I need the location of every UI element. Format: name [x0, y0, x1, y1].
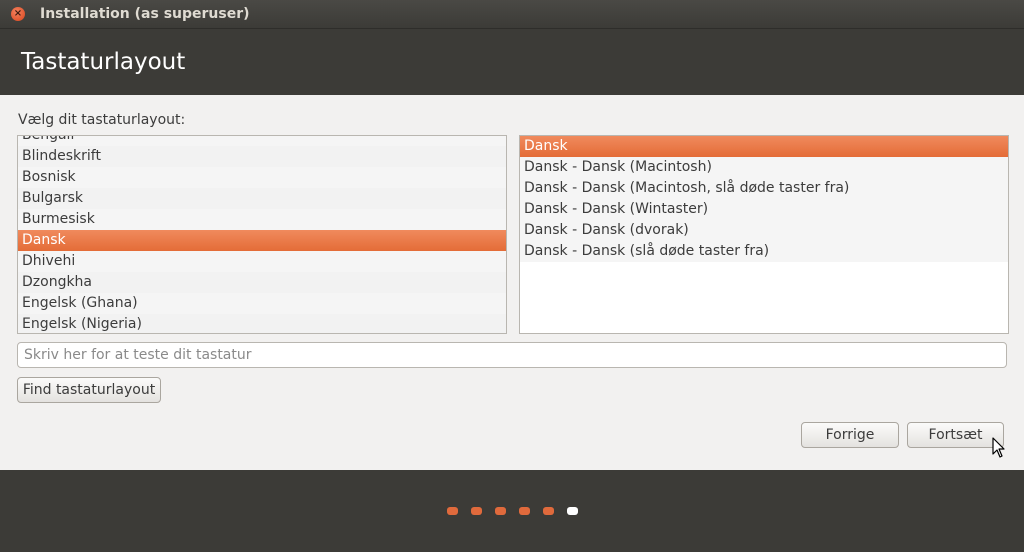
window-titlebar: × Installation (as superuser): [0, 0, 1024, 29]
layout-item[interactable]: Burmesisk: [18, 209, 506, 230]
layout-item[interactable]: Engelsk (Ghana): [18, 293, 506, 314]
variant-item[interactable]: Dansk - Dansk (Wintaster): [520, 199, 1008, 220]
progress-dot: [471, 507, 482, 515]
find-layout-button[interactable]: Find tastaturlayout: [17, 377, 161, 403]
layout-item[interactable]: Blindeskrift: [18, 146, 506, 167]
progress-dot: [495, 507, 506, 515]
progress-dot: [447, 507, 458, 515]
variant-item[interactable]: Dansk - Dansk (Macintosh, slå døde taste…: [520, 178, 1008, 199]
layout-item[interactable]: Bulgarsk: [18, 188, 506, 209]
continue-button[interactable]: Fortsæt: [907, 422, 1004, 448]
layout-item-selected[interactable]: Dansk: [18, 230, 506, 251]
layout-list[interactable]: Bengali Blindeskrift Bosnisk Bulgarsk Burmes…: [17, 135, 507, 334]
layout-prompt-label: Vælg dit tastaturlayout:: [18, 112, 186, 128]
layout-item[interactable]: Dhivehi: [18, 251, 506, 272]
installer-footer: [0, 470, 1024, 552]
back-button[interactable]: Forrige: [801, 422, 899, 448]
content-area: Vælg dit tastaturlayout: Bengali Blindesk…: [0, 95, 1024, 470]
variant-list[interactable]: Dansk Dansk - Dansk (Macintosh) Dansk - Da…: [519, 135, 1009, 334]
variant-item[interactable]: Dansk - Dansk (dvorak): [520, 220, 1008, 241]
close-icon[interactable]: ×: [11, 7, 25, 21]
page-title: Tastaturlayout: [21, 49, 186, 75]
page-header: Tastaturlayout: [0, 29, 1024, 95]
mouse-pointer-icon: [992, 437, 1005, 458]
variant-item[interactable]: Dansk - Dansk (Macintosh): [520, 157, 1008, 178]
variant-item-selected[interactable]: Dansk: [520, 136, 1008, 157]
layout-item[interactable]: Engelsk (Nigeria): [18, 314, 506, 333]
progress-dot: [543, 507, 554, 515]
progress-dot: [519, 507, 530, 515]
layout-item[interactable]: Dzongkha: [18, 272, 506, 293]
progress-dot-current: [567, 507, 578, 515]
layout-item[interactable]: Bengali: [18, 136, 506, 146]
variant-item[interactable]: Dansk - Dansk (slå døde taster fra): [520, 241, 1008, 262]
layout-item[interactable]: Bosnisk: [18, 167, 506, 188]
keyboard-test-input[interactable]: [17, 342, 1007, 368]
window-title: Installation (as superuser): [40, 6, 250, 22]
